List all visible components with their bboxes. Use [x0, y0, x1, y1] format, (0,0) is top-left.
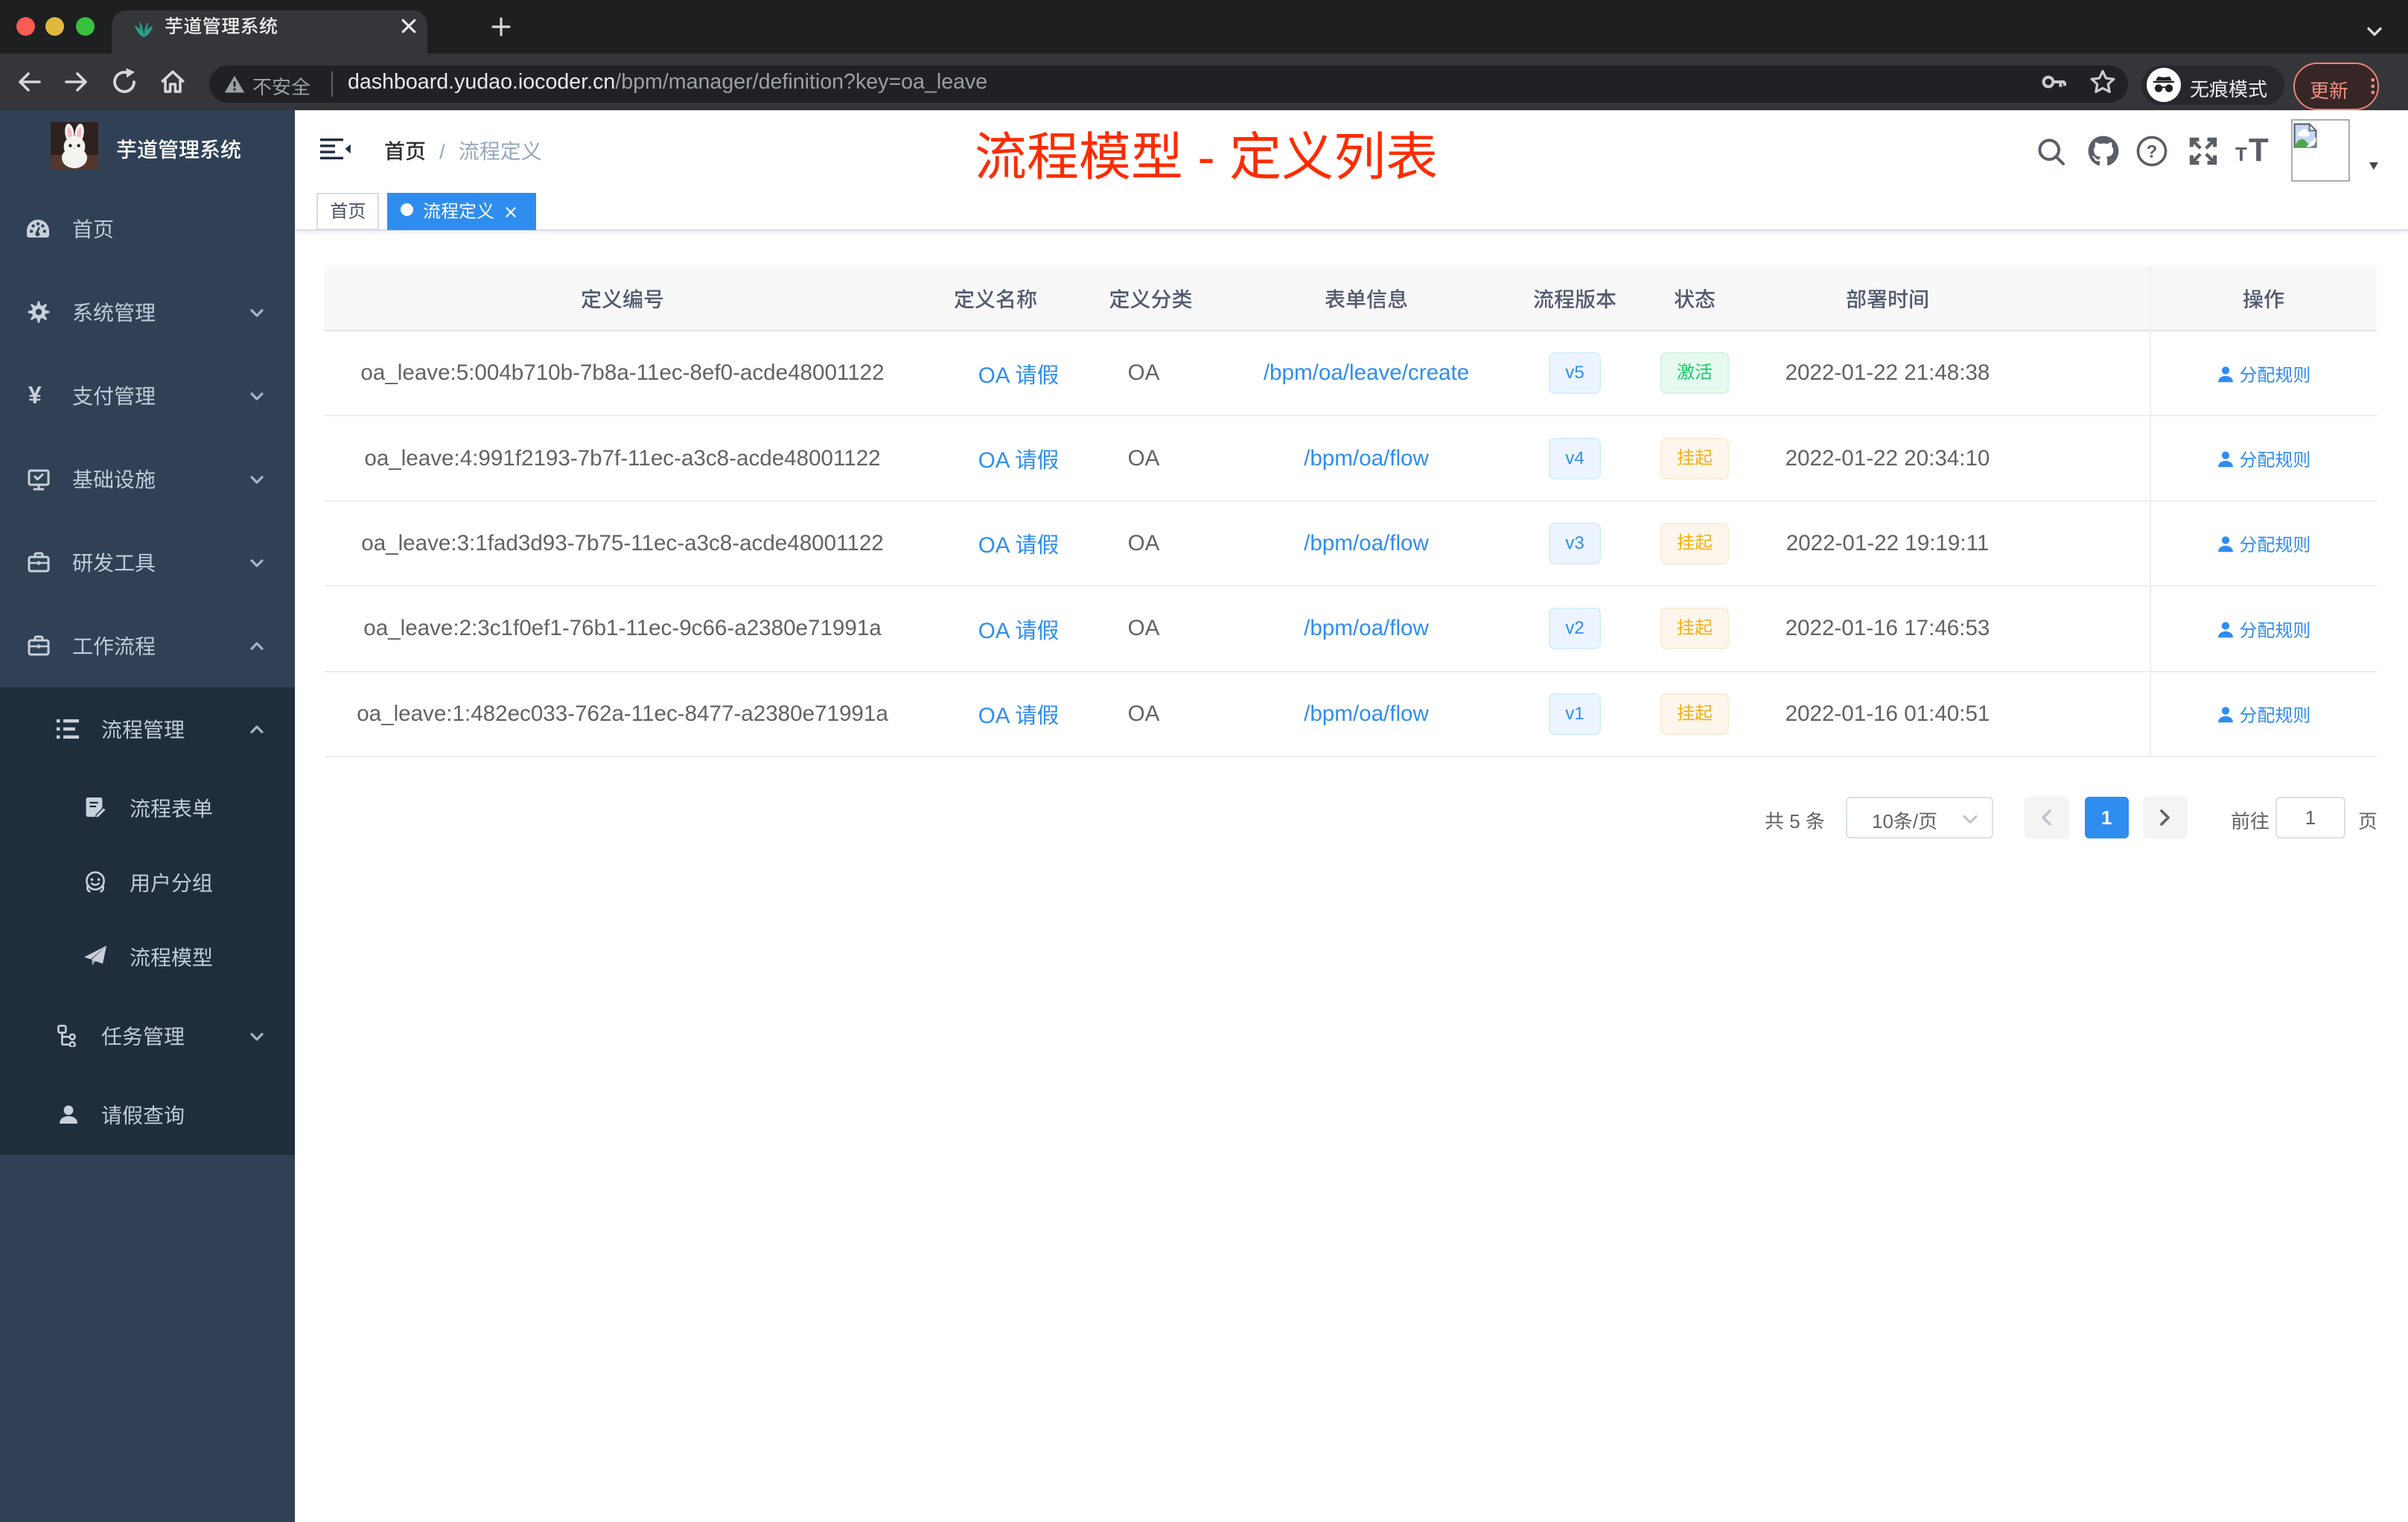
svg-text:?: ? — [2147, 142, 2158, 162]
